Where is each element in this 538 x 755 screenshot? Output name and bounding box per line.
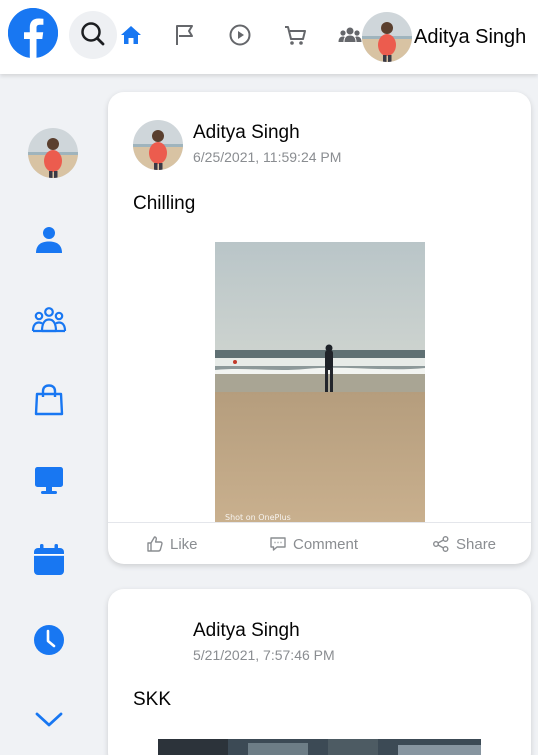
chevron-down-icon[interactable] [31, 702, 67, 738]
sidebar-profile-avatar[interactable] [28, 128, 78, 178]
post-card: Aditya Singh 6/25/2021, 11:59:24 PM Chil… [108, 92, 531, 564]
post-text: Chilling [133, 193, 196, 214]
post-timestamp: 6/25/2021, 11:59:24 PM [193, 149, 342, 165]
flag-icon[interactable] [172, 22, 198, 48]
share-icon [433, 536, 449, 552]
left-sidebar [0, 74, 100, 755]
comment-button[interactable]: Comment [269, 523, 358, 564]
post-photo[interactable] [158, 739, 481, 755]
post-author-avatar[interactable] [133, 120, 183, 170]
share-label: Share [456, 535, 497, 553]
post-timestamp: 5/21/2021, 7:57:46 PM [193, 647, 335, 663]
post-actions: Like Comment Share [108, 522, 531, 564]
comment-label: Comment [293, 535, 359, 553]
monitor-icon[interactable] [31, 462, 67, 498]
post-text: SKK [133, 689, 172, 710]
person-icon[interactable] [31, 222, 67, 258]
thumbs-up-icon [147, 536, 163, 552]
groups-icon[interactable] [337, 22, 363, 48]
comment-icon [270, 537, 286, 551]
post-card: Aditya Singh 5/21/2021, 7:57:46 PM SKK [108, 589, 531, 755]
shopping-bag-icon[interactable] [31, 382, 67, 418]
groups-icon[interactable] [31, 302, 67, 338]
post-photo[interactable]: Shot on OnePlus [215, 242, 425, 522]
home-icon[interactable] [118, 22, 144, 48]
share-button[interactable]: Share [432, 523, 496, 564]
top-header: Aditya Singh [0, 0, 538, 74]
facebook-logo-icon[interactable] [8, 8, 58, 58]
clock-icon[interactable] [31, 622, 67, 658]
photo-watermark: Shot on OnePlus [225, 513, 291, 522]
post-author-name[interactable]: Aditya Singh [193, 122, 300, 144]
search-button[interactable] [69, 11, 117, 59]
avatar [362, 12, 412, 62]
like-label: Like [170, 535, 198, 553]
header-profile[interactable]: Aditya Singh [362, 11, 526, 63]
calendar-icon[interactable] [31, 542, 67, 578]
search-icon [81, 22, 105, 46]
post-author-name[interactable]: Aditya Singh [193, 620, 300, 642]
video-icon[interactable] [227, 22, 253, 48]
like-button[interactable]: Like [146, 523, 198, 564]
header-user-name: Aditya Singh [414, 25, 527, 48]
marketplace-icon[interactable] [282, 22, 308, 48]
